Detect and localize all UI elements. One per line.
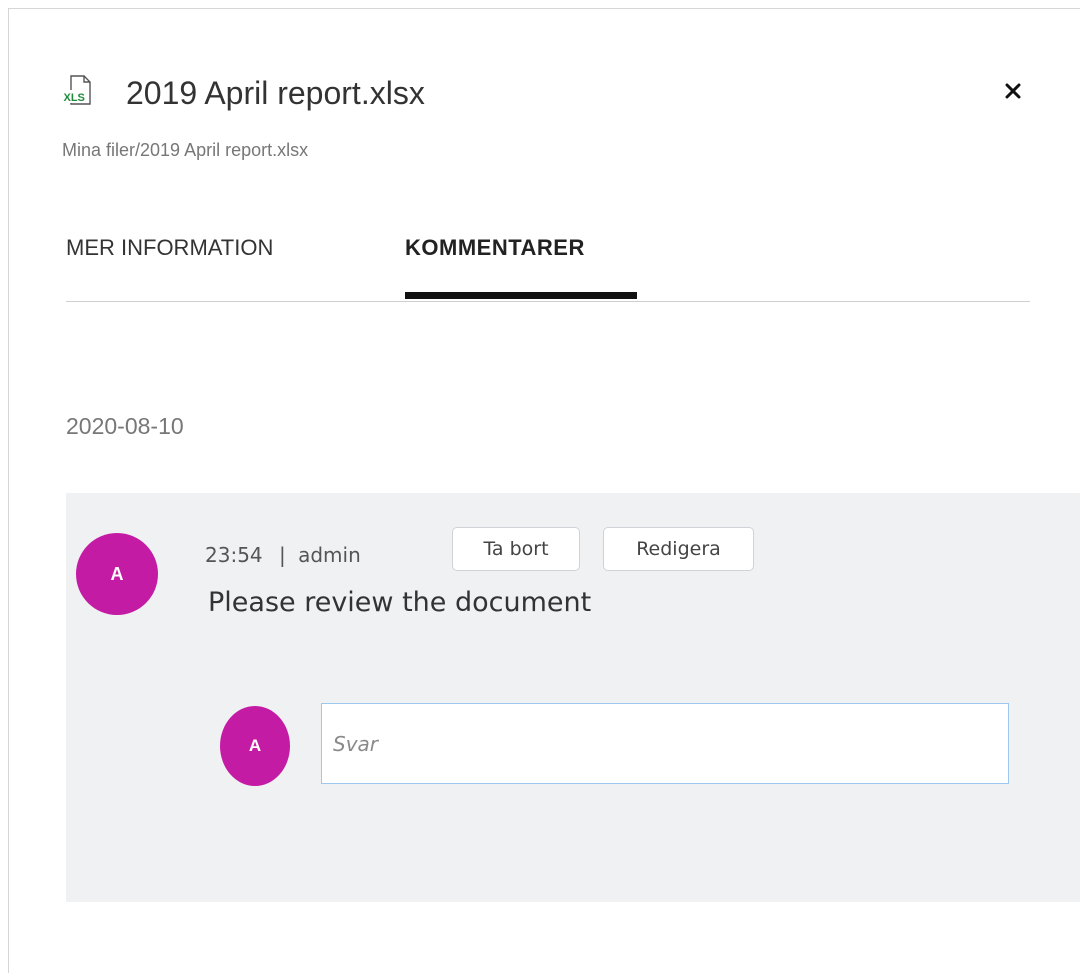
reply-avatar-initial: A bbox=[248, 736, 262, 755]
tabs-divider bbox=[66, 301, 1030, 302]
close-icon[interactable] bbox=[996, 74, 1030, 108]
tab-comments[interactable]: KOMMENTARER bbox=[405, 231, 585, 265]
avatar-initial: A bbox=[110, 563, 124, 584]
comment-author: admin bbox=[298, 543, 361, 567]
comment-text: Please review the document bbox=[208, 587, 592, 618]
file-path-breadcrumb[interactable]: Mina filer/2019 April report.xlsx bbox=[62, 138, 308, 162]
active-tab-indicator bbox=[405, 292, 637, 299]
avatar: A bbox=[76, 533, 158, 615]
svg-text:XLS: XLS bbox=[64, 92, 85, 104]
comment-date-heading: 2020-08-10 bbox=[66, 413, 184, 439]
edit-comment-button[interactable]: Redigera bbox=[603, 527, 754, 571]
delete-comment-button[interactable]: Ta bort bbox=[452, 527, 580, 571]
meta-separator: | bbox=[279, 543, 286, 567]
reply-avatar: A bbox=[220, 706, 290, 786]
comment-time: 23:54 bbox=[205, 543, 263, 567]
file-title: 2019 April report.xlsx bbox=[126, 75, 425, 111]
comment-meta: 23:54 | admin bbox=[205, 541, 361, 569]
xls-file-icon: XLS bbox=[62, 73, 98, 109]
reply-input[interactable] bbox=[321, 703, 1009, 784]
tab-more-information[interactable]: MER INFORMATION bbox=[66, 231, 273, 265]
